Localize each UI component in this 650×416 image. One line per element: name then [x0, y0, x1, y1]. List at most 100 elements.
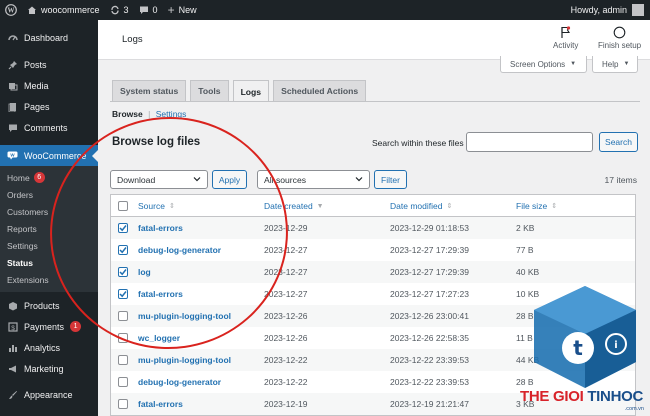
table-row: debug-log-generator 2023-12-27 2023-12-27 … — [111, 239, 635, 261]
new-content-menu[interactable]: + New — [163, 0, 202, 20]
wp-logo-menu[interactable]: W — [0, 0, 22, 20]
source-link[interactable]: fatal-errors — [138, 223, 183, 233]
source-link[interactable]: debug-log-generator — [138, 245, 221, 255]
separator: | — [148, 109, 151, 119]
comments-menu[interactable]: 0 — [134, 0, 163, 20]
items-count: 17 items — [604, 175, 637, 185]
sidebar-item-woocommerce[interactable]: W WooCommerce — [0, 145, 98, 166]
box-icon — [7, 300, 18, 311]
date-created: 2023-12-19 — [264, 399, 308, 409]
submenu-item-customers[interactable]: Customers — [0, 203, 98, 220]
comments-count: 0 — [152, 5, 158, 15]
apply-button[interactable]: Apply — [212, 170, 247, 189]
svg-text:W: W — [8, 7, 15, 15]
caret-down-icon: ▼ — [570, 61, 577, 67]
row-checkbox[interactable] — [118, 399, 128, 409]
screen-options-label: Screen Options — [510, 59, 566, 69]
plus-icon: + — [167, 3, 175, 17]
sidebar-item-comments[interactable]: Comments — [0, 117, 98, 138]
sidebar-item-payments[interactable]: $ Payments 1 — [0, 316, 98, 337]
source-link[interactable]: mu-plugin-logging-tool — [138, 355, 231, 365]
screen-options-button[interactable]: Screen Options ▼ — [500, 56, 587, 73]
finish-setup-button[interactable]: Finish setup — [598, 26, 641, 50]
row-checkbox[interactable] — [118, 267, 128, 277]
settings-link[interactable]: Settings — [156, 109, 187, 119]
search-input[interactable] — [466, 132, 593, 152]
col-source[interactable]: Source ⇕ — [138, 201, 175, 211]
sidebar-label: Media — [24, 80, 49, 91]
submenu-item-reports[interactable]: Reports — [0, 220, 98, 237]
help-label: Help — [602, 59, 619, 69]
new-label: New — [178, 5, 197, 15]
date-modified: 2023-12-26 23:00:41 — [390, 311, 469, 321]
tab-logs[interactable]: Logs — [232, 80, 270, 102]
source-link[interactable]: mu-plugin-logging-tool — [138, 311, 231, 321]
activity-button[interactable]: Activity — [553, 26, 578, 50]
source-link[interactable]: debug-log-generator — [138, 377, 221, 387]
sidebar-item-marketing[interactable]: Marketing — [0, 358, 98, 379]
help-button[interactable]: Help ▼ — [592, 56, 638, 73]
source-filter-select[interactable]: All sources — [257, 170, 370, 189]
sidebar-label: Products — [24, 300, 60, 311]
submenu-item-home[interactable]: Home 6 — [0, 169, 98, 186]
col-label: Date modified — [390, 200, 443, 211]
row-checkbox[interactable] — [118, 355, 128, 365]
my-account-menu[interactable]: Howdy, admin — [571, 4, 650, 16]
subsubsub-nav: Browse | Settings — [112, 109, 186, 119]
bulk-action-select[interactable]: Download — [110, 170, 208, 189]
select-all-checkbox[interactable] — [118, 200, 128, 211]
tab-system-status[interactable]: System status — [112, 80, 187, 101]
source-link[interactable]: fatal-errors — [138, 399, 183, 409]
home-badge: 6 — [33, 172, 45, 183]
date-created: 2023-12-27 — [264, 267, 308, 277]
dashboard-icon — [7, 32, 18, 43]
col-date-modified[interactable]: Date modified ⇕ — [390, 201, 452, 211]
sidebar-item-appearance[interactable]: Appearance — [0, 384, 98, 405]
row-checkbox[interactable] — [118, 245, 128, 255]
row-checkbox[interactable] — [118, 333, 128, 343]
sidebar-item-analytics[interactable]: Analytics — [0, 337, 98, 358]
sidebar-item-dashboard[interactable]: Dashboard — [0, 27, 98, 48]
file-size: 77 B — [516, 245, 534, 255]
avatar — [632, 4, 644, 16]
cube-logo-icon: t i — [534, 286, 636, 388]
status-tabs: System status Tools Logs Scheduled Actio… — [112, 80, 367, 102]
comment-icon — [7, 122, 18, 133]
submenu-item-status[interactable]: Status — [0, 254, 98, 271]
payments-badge: 1 — [70, 321, 82, 332]
tab-tools[interactable]: Tools — [190, 80, 229, 101]
sidebar-item-pages[interactable]: Pages — [0, 96, 98, 117]
caret-down-icon: ▼ — [623, 61, 630, 67]
sidebar-item-media[interactable]: Media — [0, 75, 98, 96]
chevron-down-icon — [355, 175, 363, 185]
submenu-item-extensions[interactable]: Extensions — [0, 271, 98, 288]
site-name-menu[interactable]: woocommerce — [22, 0, 105, 20]
page-title: Logs — [122, 34, 143, 45]
filter-button[interactable]: Filter — [374, 170, 407, 189]
table-header-row: Source ⇕ Date created ▼ Date modified ⇕ Fil… — [111, 195, 635, 217]
source-link[interactable]: fatal-errors — [138, 289, 183, 299]
updates-menu[interactable]: 3 — [105, 0, 134, 20]
row-checkbox[interactable] — [118, 377, 128, 387]
submenu-item-settings[interactable]: Settings — [0, 237, 98, 254]
row-checkbox[interactable] — [118, 223, 128, 233]
updates-count: 3 — [123, 5, 129, 15]
sidebar-item-products[interactable]: Products — [0, 295, 98, 316]
sidebar-label: Posts — [24, 59, 47, 70]
row-checkbox[interactable] — [118, 311, 128, 321]
col-date-created[interactable]: Date created ▼ — [264, 201, 324, 211]
submenu-item-orders[interactable]: Orders — [0, 186, 98, 203]
search-button[interactable]: Search — [599, 132, 638, 152]
sort-icon: ▼ — [316, 202, 324, 210]
sidebar-item-posts[interactable]: Posts — [0, 54, 98, 75]
source-link[interactable]: log — [138, 267, 151, 277]
source-link[interactable]: wc_logger — [138, 333, 180, 343]
date-modified: 2023-12-22 23:39:53 — [390, 377, 469, 387]
brush-icon — [7, 389, 18, 400]
col-file-size[interactable]: File size ⇕ — [516, 201, 557, 211]
tab-scheduled-actions[interactable]: Scheduled Actions — [273, 80, 367, 101]
submenu-label: Extensions — [7, 274, 49, 285]
row-checkbox[interactable] — [118, 289, 128, 299]
browse-link[interactable]: Browse — [112, 109, 143, 119]
pin-icon — [7, 59, 18, 70]
